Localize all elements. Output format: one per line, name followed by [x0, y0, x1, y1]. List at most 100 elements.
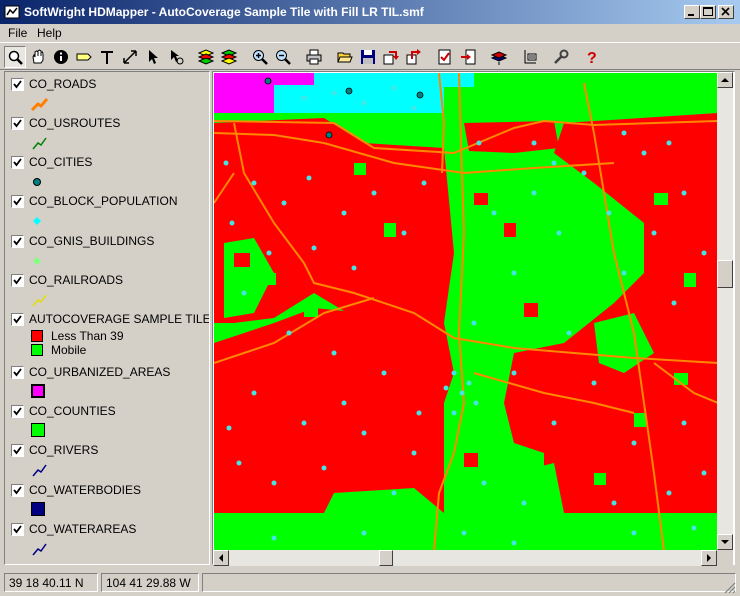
layers-button[interactable]	[195, 46, 217, 68]
select-arrow-button[interactable]	[142, 46, 164, 68]
layer-checkbox[interactable]	[11, 523, 24, 536]
layer-checkbox[interactable]	[11, 117, 24, 130]
layer-checkbox[interactable]	[11, 235, 24, 248]
layer-checkbox[interactable]	[11, 484, 24, 497]
info-button[interactable]	[50, 46, 72, 68]
layer-checkbox[interactable]	[11, 78, 24, 91]
import-button[interactable]	[457, 46, 479, 68]
menu-file[interactable]: File	[8, 26, 27, 40]
scroll-corner	[717, 550, 733, 566]
add-layer-icon	[491, 51, 507, 65]
measure-button[interactable]	[119, 46, 141, 68]
pan-button[interactable]	[27, 46, 49, 68]
select-feature-button[interactable]	[165, 46, 187, 68]
vertical-scrollbar[interactable]	[717, 72, 733, 550]
zoom-out-button[interactable]	[272, 46, 294, 68]
close-button[interactable]	[718, 5, 734, 19]
print-icon	[306, 49, 322, 65]
checkmark-icon	[13, 158, 22, 167]
layer-name: CO_URBANIZED_AREAS	[29, 365, 171, 379]
open-button[interactable]	[334, 46, 356, 68]
layers-alt-icon	[221, 49, 237, 65]
zoom-select-button[interactable]	[4, 46, 26, 68]
minimize-button[interactable]	[684, 5, 700, 19]
coverage-map[interactable]	[214, 73, 718, 551]
layer-name: CO_BLOCK_POPULATION	[29, 194, 178, 208]
zoom-in-icon	[253, 50, 268, 65]
import-icon	[461, 49, 476, 65]
class-label: Less Than 39	[51, 329, 124, 343]
maximize-icon	[703, 7, 713, 16]
save-icon	[361, 50, 375, 64]
fill-swatch	[31, 502, 45, 516]
layer-checkbox[interactable]	[11, 313, 24, 326]
vertical-scroll-thumb[interactable]	[717, 260, 733, 288]
select-feature-icon	[171, 50, 184, 65]
layer-checkbox[interactable]	[11, 274, 24, 287]
print-button[interactable]	[303, 46, 325, 68]
zoom-in-button[interactable]	[249, 46, 271, 68]
export-alt-icon	[406, 49, 421, 65]
scroll-right-button[interactable]	[701, 550, 717, 566]
select-arrow-icon	[149, 50, 158, 64]
layer-name: AUTOCOVERAGE SAMPLE TILE WITH FILL LR TI…	[29, 312, 210, 326]
diamond-symbol-icon	[33, 217, 41, 225]
status-message	[202, 573, 736, 592]
horizontal-scrollbar[interactable]	[213, 550, 717, 566]
checkmark-icon	[13, 80, 22, 89]
export-button[interactable]	[380, 46, 402, 68]
layer-checkbox[interactable]	[11, 195, 24, 208]
fill-swatch	[31, 423, 45, 437]
text-button[interactable]	[96, 46, 118, 68]
help-button[interactable]: ?	[581, 46, 603, 68]
layer-list-button[interactable]	[519, 46, 541, 68]
scroll-up-button[interactable]	[717, 72, 733, 88]
layer-name: CO_RIVERS	[29, 443, 99, 457]
zoom-select-icon	[8, 50, 23, 65]
window-title: SoftWright HDMapper - AutoCoverage Sampl…	[24, 5, 424, 19]
save-button[interactable]	[357, 46, 379, 68]
arrow-down-icon	[721, 540, 729, 544]
map-canvas[interactable]	[212, 71, 735, 565]
layer-checkbox[interactable]	[11, 156, 24, 169]
scroll-down-button[interactable]	[717, 534, 733, 550]
checkmark-icon	[13, 315, 22, 324]
pan-hand-icon	[32, 49, 44, 64]
close-icon	[721, 7, 730, 16]
status-longitude: 104 41 29.88 W	[101, 573, 199, 592]
open-folder-icon	[337, 52, 353, 63]
properties-button[interactable]	[434, 46, 456, 68]
dot-symbol-icon	[33, 178, 41, 186]
status-latitude: 39 18 40.11 N	[4, 573, 98, 592]
checkmark-icon	[13, 446, 22, 455]
tools-button[interactable]	[550, 46, 572, 68]
resize-grip-icon[interactable]	[724, 582, 736, 594]
layer-name: CO_GNIS_BUILDINGS	[29, 234, 155, 248]
layer-name: CO_RAILROADS	[29, 273, 124, 287]
export-alt-button[interactable]	[403, 46, 425, 68]
measure-icon	[123, 50, 137, 64]
legend-panel: CO_ROADS CO_USROUTES CO_CITIES CO_BLOCK_…	[4, 71, 210, 565]
scroll-left-button[interactable]	[213, 550, 229, 566]
checkmark-icon	[13, 525, 22, 534]
menu-help[interactable]: Help	[37, 26, 62, 40]
layer-checkbox[interactable]	[11, 444, 24, 457]
add-layer-button[interactable]	[488, 46, 510, 68]
text-icon	[101, 51, 113, 64]
app-icon	[4, 5, 20, 19]
arrow-right-icon	[707, 554, 711, 562]
menu-bar: File Help	[0, 24, 740, 42]
export-icon	[383, 51, 399, 65]
title-bar: SoftWright HDMapper - AutoCoverage Sampl…	[0, 0, 740, 24]
maximize-button[interactable]	[700, 5, 716, 19]
layers-icon	[198, 49, 214, 65]
layers-alt-button[interactable]	[218, 46, 240, 68]
label-button[interactable]	[73, 46, 95, 68]
horizontal-scroll-thumb[interactable]	[379, 550, 393, 566]
fill-swatch	[31, 384, 45, 398]
properties-icon	[438, 49, 451, 65]
layer-checkbox[interactable]	[11, 366, 24, 379]
layer-checkbox[interactable]	[11, 405, 24, 418]
toolbar: ?	[0, 42, 740, 70]
checkmark-icon	[13, 197, 22, 206]
